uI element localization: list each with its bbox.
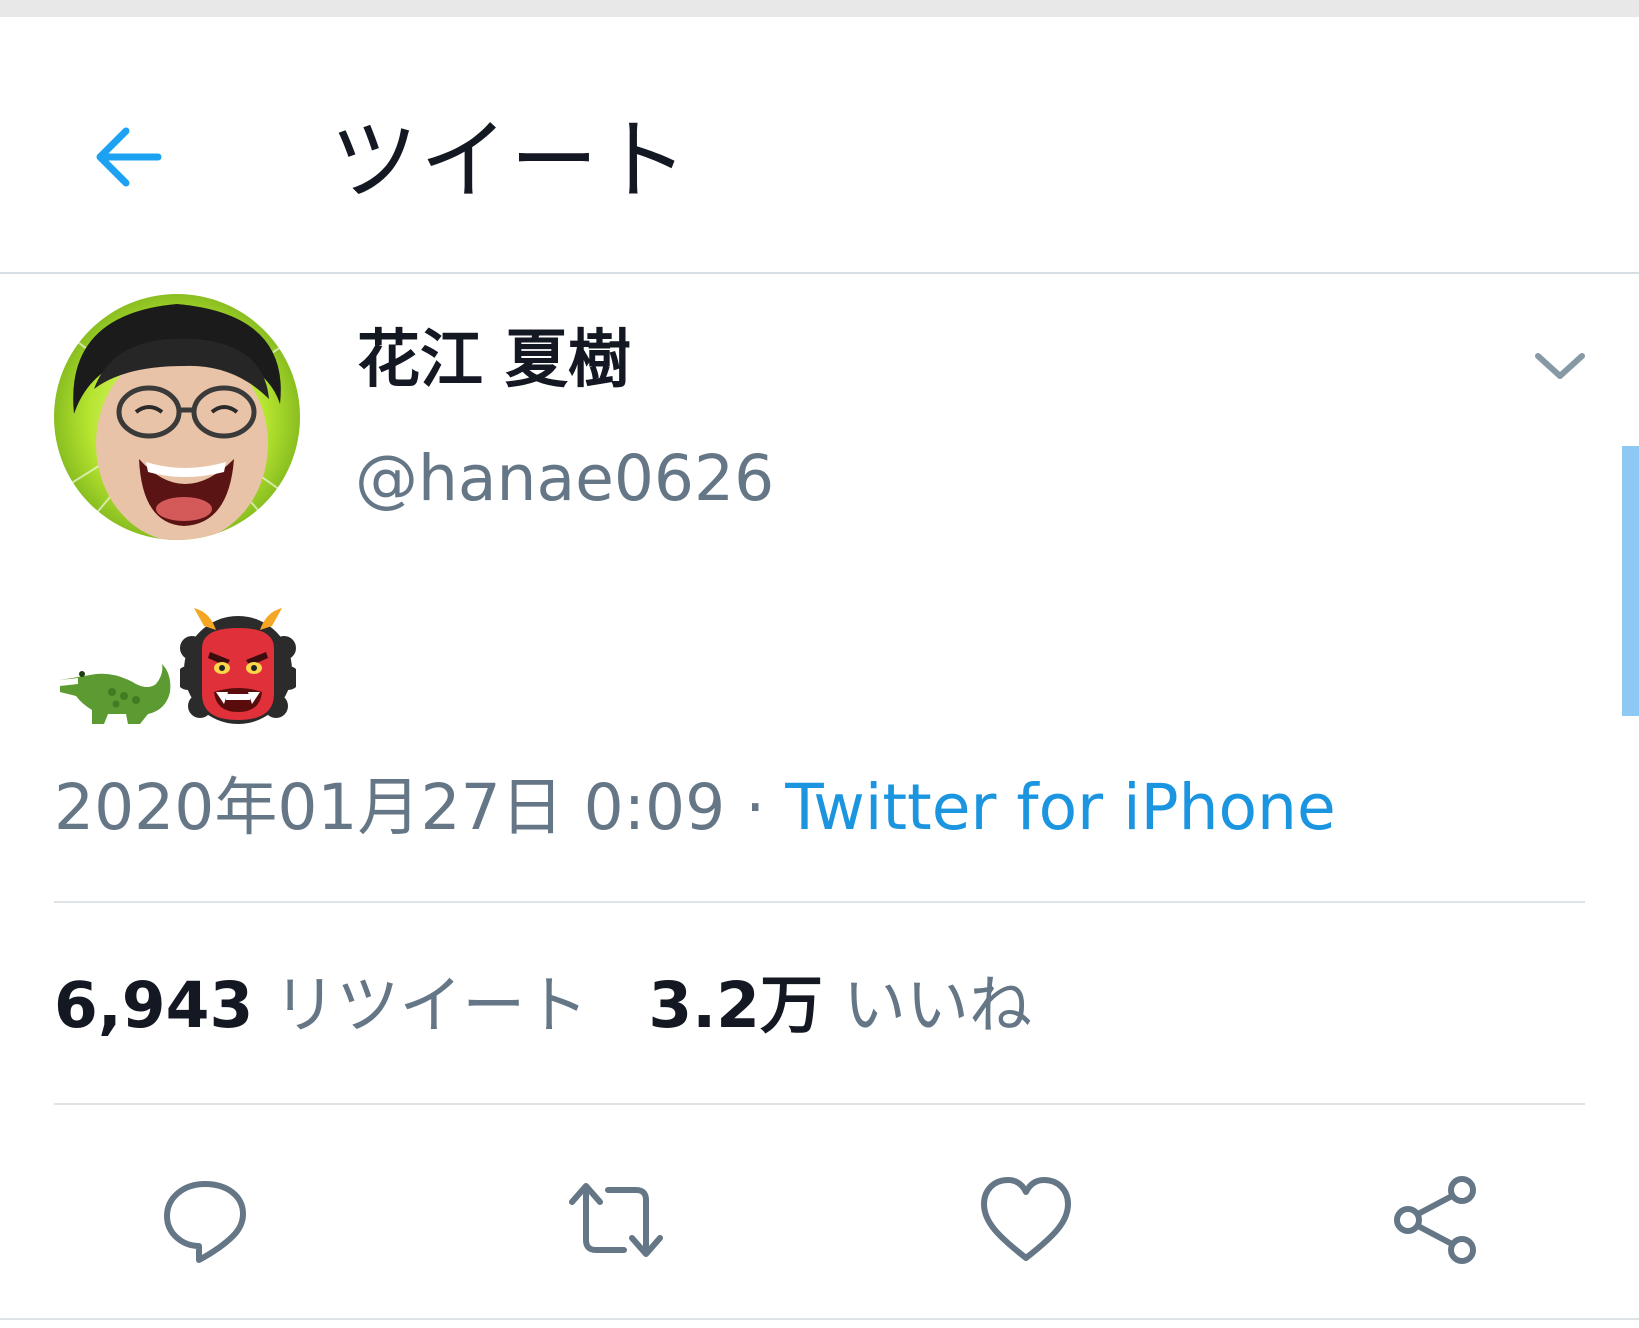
arrow-left-icon bbox=[96, 127, 162, 187]
tweet-text bbox=[56, 604, 296, 724]
avatar[interactable] bbox=[54, 294, 300, 540]
retweets-stat[interactable]: 6,943 リツイート bbox=[54, 969, 588, 1042]
author-display-name[interactable]: 花江 夏樹 bbox=[357, 320, 631, 400]
likes-stat[interactable]: 3.2万 いいね bbox=[648, 969, 1032, 1042]
ogre-emoji bbox=[180, 608, 296, 724]
status-bar bbox=[0, 0, 1639, 17]
tweet-detail-screen: ツイート 花江 夏樹 @hanae0626 2020年01月27日 0:09 ·… bbox=[0, 0, 1639, 1328]
reply-button[interactable] bbox=[145, 1160, 265, 1280]
chevron-down-icon bbox=[1535, 353, 1585, 379]
retweets-label: リツイート bbox=[273, 969, 589, 1042]
tweet-meta: 2020年01月27日 0:09 · Twitter for iPhone bbox=[54, 768, 1336, 848]
divider bbox=[0, 1318, 1639, 1320]
tweet-actions-bar bbox=[0, 1160, 1639, 1280]
back-button[interactable] bbox=[78, 107, 178, 207]
tweet-source-link[interactable]: Twitter for iPhone bbox=[785, 771, 1335, 844]
meta-separator: · bbox=[725, 771, 786, 844]
tweet-timestamp[interactable]: 2020年01月27日 0:09 bbox=[54, 771, 725, 844]
scrollbar-thumb[interactable] bbox=[1622, 446, 1639, 716]
crocodile-emoji bbox=[60, 664, 171, 724]
top-app-bar: ツイート bbox=[0, 17, 1639, 274]
heart-icon bbox=[981, 1177, 1071, 1261]
retweets-count: 6,943 bbox=[54, 969, 254, 1042]
reply-icon bbox=[164, 1181, 246, 1263]
divider bbox=[54, 1103, 1585, 1105]
author-handle[interactable]: @hanae0626 bbox=[355, 439, 774, 519]
likes-label: いいね bbox=[843, 969, 1033, 1042]
retweet-button[interactable] bbox=[556, 1160, 676, 1280]
divider bbox=[54, 901, 1585, 903]
like-button[interactable] bbox=[966, 1160, 1086, 1280]
tweet-stats: 6,943 リツイート 3.2万 いいね bbox=[54, 966, 1032, 1046]
likes-count: 3.2万 bbox=[648, 969, 823, 1042]
retweet-icon bbox=[569, 1183, 663, 1257]
avatar-image bbox=[54, 294, 300, 540]
page-title: ツイート bbox=[330, 109, 691, 212]
tweet-menu-button[interactable] bbox=[1520, 326, 1600, 406]
share-icon bbox=[1394, 1176, 1476, 1264]
share-button[interactable] bbox=[1376, 1160, 1496, 1280]
